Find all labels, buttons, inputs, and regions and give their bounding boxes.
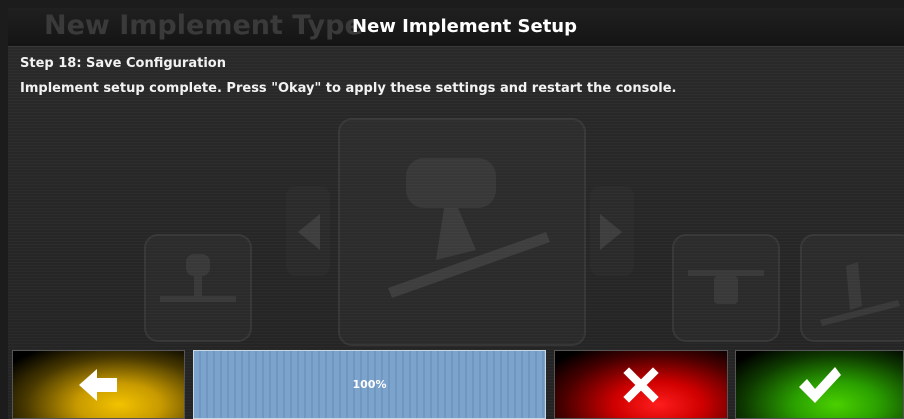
title-bar: New Implement Type New Implement Setup	[8, 8, 904, 47]
background-title: New Implement Type	[44, 10, 363, 41]
implement-icon	[688, 270, 764, 304]
implement-thumbnail-far-right	[800, 234, 904, 342]
cancel-button[interactable]	[554, 350, 728, 419]
arrow-left-icon	[78, 368, 117, 401]
page-title: New Implement Setup	[352, 16, 578, 37]
ok-button[interactable]	[735, 350, 904, 419]
implement-thumbnail-right	[672, 234, 780, 342]
implement-thumbnail-selected	[338, 118, 586, 346]
step-message: Implement setup complete. Press "Okay" t…	[20, 81, 677, 96]
implement-icon	[160, 254, 236, 302]
back-button[interactable]	[12, 350, 185, 419]
progress-label: 100%	[352, 378, 387, 391]
progress-bar: 100%	[193, 350, 546, 419]
step-title: Step 18: Save Configuration	[20, 56, 226, 71]
checkmark-icon	[798, 366, 841, 403]
dialog-frame: New Implement Type New Implement Setup S…	[8, 8, 904, 419]
implement-icon	[820, 262, 900, 326]
carousel-right-arrow[interactable]	[590, 186, 634, 276]
chevron-left-icon	[298, 214, 320, 250]
x-icon	[623, 366, 659, 403]
implement-thumbnail-left	[144, 234, 252, 342]
carousel-left-arrow[interactable]	[286, 186, 330, 276]
implement-icon	[388, 158, 550, 298]
chevron-right-icon	[600, 214, 622, 250]
